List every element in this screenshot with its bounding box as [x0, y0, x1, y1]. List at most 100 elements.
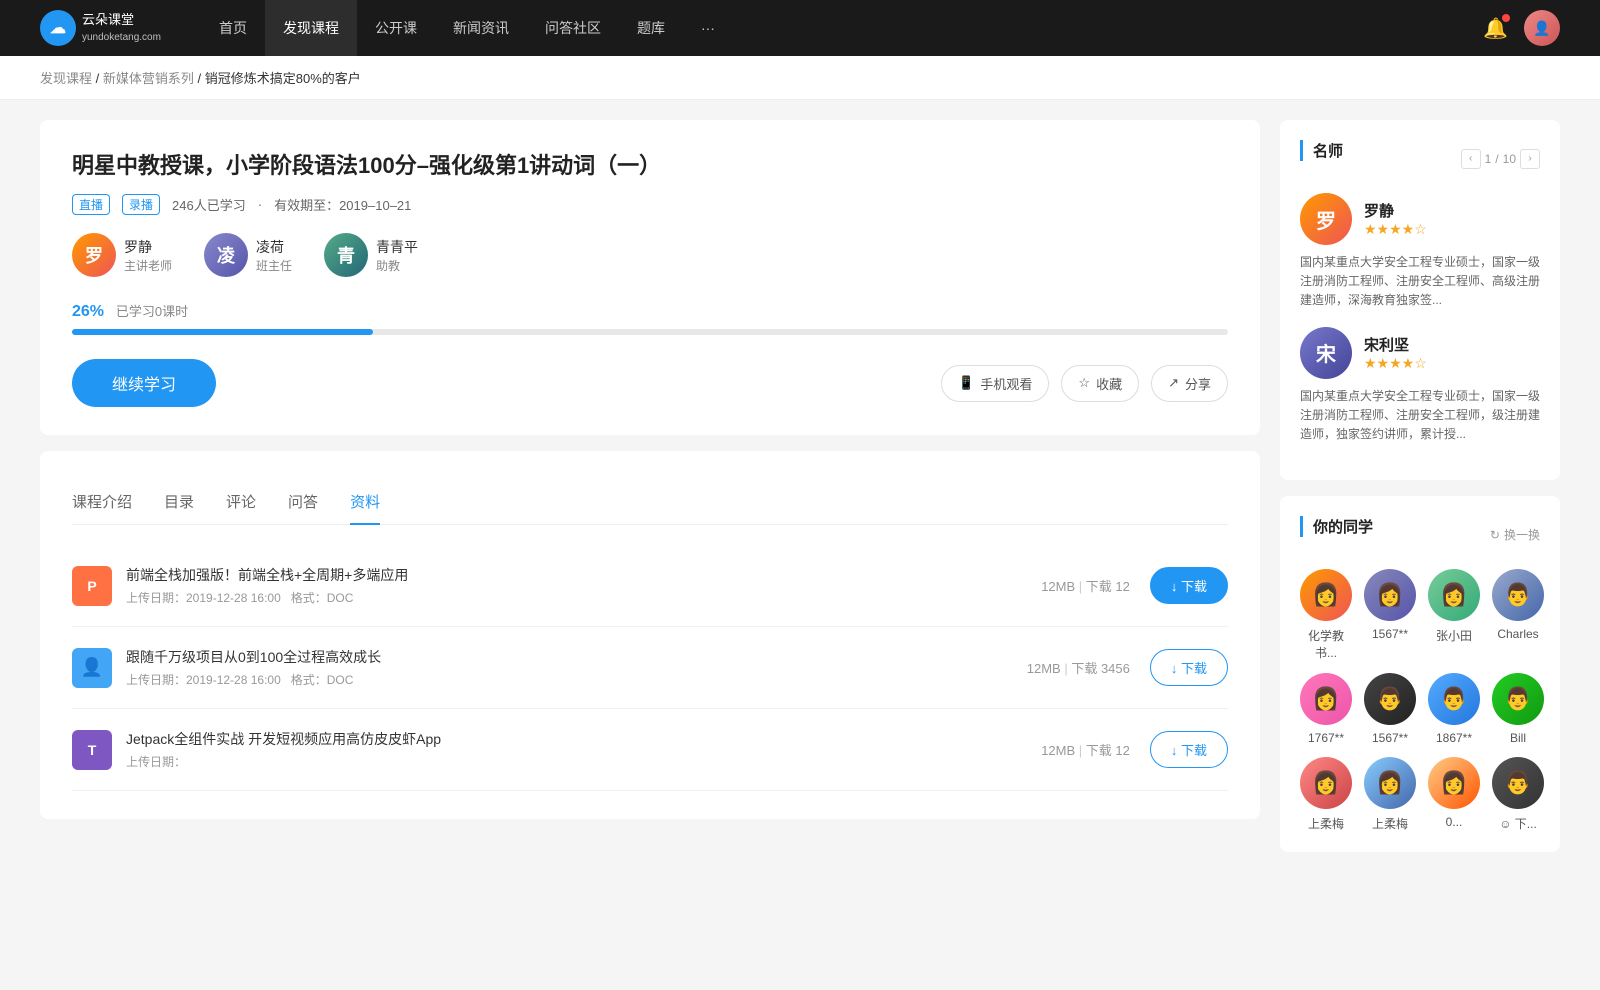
tab-qa[interactable]: 问答 [288, 479, 318, 524]
nav-qa[interactable]: 问答社区 [527, 0, 619, 56]
download-button-2[interactable]: ↓ 下载 [1150, 649, 1228, 686]
tab-review[interactable]: 评论 [226, 479, 256, 524]
tc-name-2: 宋利坚 [1364, 334, 1427, 355]
valid-until: 有效期至：2019–10–21 [274, 195, 411, 214]
badge-rec: 录播 [122, 194, 160, 215]
classmate-12[interactable]: 👨 ☺ 下... [1492, 757, 1544, 832]
file-item-3: T Jetpack全组件实战 开发短视频应用高仿皮皮虾App 上传日期： 12M… [72, 709, 1228, 791]
page-next-btn[interactable]: › [1520, 149, 1540, 169]
logo[interactable]: ☁ 云朵课堂yundoketang.com [40, 10, 161, 46]
logo-text: 云朵课堂yundoketang.com [82, 12, 161, 44]
download-button-1[interactable]: ↓ 下载 [1150, 567, 1228, 604]
continue-learning-button[interactable]: 继续学习 [72, 359, 216, 407]
classmate-avatar-6: 👨 [1364, 673, 1416, 725]
file-icon-3: T [72, 730, 112, 770]
breadcrumb-sep2: / [198, 71, 205, 86]
classmate-avatar-11: 👩 [1428, 757, 1480, 809]
classmate-name-9: 上柔梅 [1308, 815, 1344, 832]
favorite-button[interactable]: ☆ 收藏 [1061, 365, 1139, 402]
classmate-2[interactable]: 👩 1567** [1364, 569, 1416, 661]
share-icon: ↗ [1168, 375, 1179, 391]
phone-watch-button[interactable]: 📱 手机观看 [941, 365, 1049, 402]
file-icon-1: P [72, 566, 112, 606]
teacher-avatar-1: 罗 [72, 233, 116, 277]
classmate-name-7: 1867** [1436, 731, 1472, 745]
classmate-name-4: Charles [1497, 627, 1538, 641]
nav-public[interactable]: 公开课 [357, 0, 435, 56]
classmate-5[interactable]: 👩 1767** [1300, 673, 1352, 745]
badge-live: 直播 [72, 194, 110, 215]
classmate-7[interactable]: 👨 1867** [1428, 673, 1480, 745]
file-info-2: 跟随千万级项目从0到100全过程高效成长 上传日期：2019-12-28 16:… [126, 647, 1027, 688]
teacher-1: 罗 罗静 主讲老师 [72, 233, 172, 277]
tab-intro[interactable]: 课程介绍 [72, 479, 132, 524]
classmate-1[interactable]: 👩 化学教书... [1300, 569, 1352, 661]
classmate-name-1: 化学教书... [1300, 627, 1352, 661]
main-nav: ☁ 云朵课堂yundoketang.com 首页 发现课程 公开课 新闻资讯 问… [0, 0, 1600, 56]
classmate-11[interactable]: 👩 0... [1428, 757, 1480, 832]
breadcrumb-link-discover[interactable]: 发现课程 [40, 71, 92, 86]
bell-icon[interactable]: 🔔 [1483, 16, 1508, 41]
classmate-name-6: 1567** [1372, 731, 1408, 745]
nav-news[interactable]: 新闻资讯 [435, 0, 527, 56]
teacher-card-2: 宋 宋利坚 ★★★★☆ 国内某重点大学安全工程专业硕士，国家一级注册消防工程师、… [1300, 327, 1540, 445]
teacher-role-1: 主讲老师 [124, 257, 172, 274]
tc-name-1: 罗静 [1364, 200, 1427, 221]
meta-sep: · [258, 197, 262, 212]
content-area: 明星中教授课，小学阶段语法100分–强化级第1讲动词（一） 直播 录播 246人… [40, 120, 1260, 868]
tab-materials[interactable]: 资料 [350, 479, 380, 524]
avatar-placeholder: 👤 [1524, 10, 1560, 46]
classmate-avatar-10: 👩 [1364, 757, 1416, 809]
classmate-avatar-2: 👩 [1364, 569, 1416, 621]
classmate-name-8: Bill [1510, 731, 1526, 745]
breadcrumb-link-series[interactable]: 新媒体营销系列 [103, 71, 194, 86]
student-count: 246人已学习 [172, 195, 246, 214]
classmate-9[interactable]: 👩 上柔梅 [1300, 757, 1352, 832]
course-header-card: 明星中教授课，小学阶段语法100分–强化级第1讲动词（一） 直播 录播 246人… [40, 120, 1260, 435]
teacher-name-1: 罗静 [124, 237, 172, 257]
teacher-name-2: 凌荷 [256, 237, 292, 257]
nav-home[interactable]: 首页 [201, 0, 265, 56]
classmate-3[interactable]: 👩 张小田 [1428, 569, 1480, 661]
user-avatar[interactable]: 👤 [1524, 10, 1560, 46]
tab-catalog[interactable]: 目录 [164, 479, 194, 524]
action-buttons: 📱 手机观看 ☆ 收藏 ↗ 分享 [941, 365, 1228, 402]
classmate-name-10: 上柔梅 [1372, 815, 1408, 832]
famous-teachers-card: 名师 ‹ 1 / 10 › 罗 罗静 ★★★★☆ 国内某 [1280, 120, 1560, 480]
tc-avatar-1: 罗 [1300, 193, 1352, 245]
page-current: 1 [1485, 152, 1492, 166]
page-prev-btn[interactable]: ‹ [1461, 149, 1481, 169]
sidebar: 名师 ‹ 1 / 10 › 罗 罗静 ★★★★☆ 国内某 [1280, 120, 1560, 868]
nav-right: 🔔 👤 [1483, 10, 1560, 46]
classmate-10[interactable]: 👩 上柔梅 [1364, 757, 1416, 832]
nav-more[interactable]: ··· [683, 0, 733, 56]
share-button[interactable]: ↗ 分享 [1151, 365, 1228, 402]
course-tabs: 课程介绍 目录 评论 问答 资料 [72, 479, 1228, 525]
teacher-role-2: 班主任 [256, 257, 292, 274]
famous-teachers-title: 名师 [1300, 140, 1343, 161]
course-title: 明星中教授课，小学阶段语法100分–强化级第1讲动词（一） [72, 148, 1228, 180]
file-meta-3: 上传日期： [126, 753, 1041, 770]
breadcrumb: 发现课程 / 新媒体营销系列 / 销冠修炼术搞定80%的客户 [0, 56, 1600, 100]
nav-discover[interactable]: 发现课程 [265, 0, 357, 56]
file-name-3: Jetpack全组件实战 开发短视频应用高仿皮皮虾App [126, 729, 1041, 749]
download-button-3[interactable]: ↓ 下载 [1150, 731, 1228, 768]
nav-question-bank[interactable]: 题库 [619, 0, 683, 56]
classmate-avatar-9: 👩 [1300, 757, 1352, 809]
teacher-3: 青 青青平 助教 [324, 233, 418, 277]
progress-bar-bg [72, 329, 1228, 335]
classmate-name-2: 1567** [1372, 627, 1408, 641]
classmate-6[interactable]: 👨 1567** [1364, 673, 1416, 745]
classmate-8[interactable]: 👨 Bill [1492, 673, 1544, 745]
classmate-4[interactable]: 👨 Charles [1492, 569, 1544, 661]
star-icon: ☆ [1078, 375, 1090, 391]
refresh-button[interactable]: ↻ 换一换 [1490, 526, 1540, 543]
classmate-avatar-8: 👨 [1492, 673, 1544, 725]
file-stats-1: 12MB | 下载 12 [1041, 576, 1130, 595]
teacher-2: 凌 凌荷 班主任 [204, 233, 292, 277]
classmate-avatar-4: 👨 [1492, 569, 1544, 621]
classmate-name-11: 0... [1446, 815, 1463, 829]
teacher-info-3: 青青平 助教 [376, 237, 418, 274]
progress-pct: 26% [72, 303, 104, 320]
notification-dot [1502, 14, 1510, 22]
